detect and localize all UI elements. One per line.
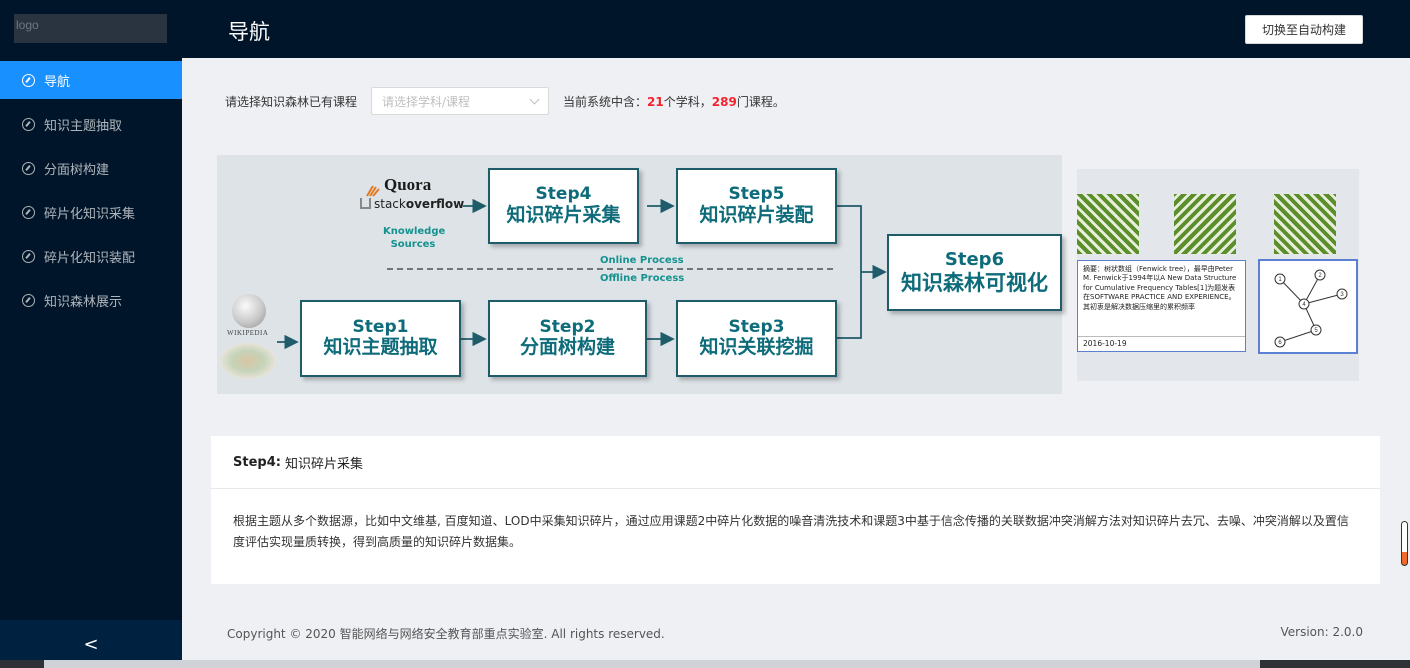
course-select-placeholder: 请选择学科/课程	[382, 94, 471, 109]
fragment-abstract-card: 摘要：树状数组（Fenwick tree），最早由Peter M. Fenwic…	[1077, 260, 1246, 352]
fragment-pattern-image	[1174, 194, 1236, 254]
card-body: 根据主题从多个数据源，比如中文维基, 百度知道、LOD中采集知识碎片，通过应用课…	[233, 514, 1349, 549]
compass-icon	[22, 73, 35, 87]
course-unit: 门课程。	[736, 94, 785, 109]
step6-box: Step6 知识森林可视化	[887, 234, 1062, 311]
card-title-step: Step4:	[233, 454, 281, 470]
forest-illustration: 摘要：树状数组（Fenwick tree），最早由Peter M. Fenwic…	[1077, 169, 1359, 381]
online-process-label: Online Process	[600, 255, 684, 266]
compass-icon	[22, 249, 35, 263]
sidebar-item-label: 知识主题抽取	[44, 118, 123, 134]
step3-num: Step3	[728, 316, 785, 337]
logo: logo	[14, 14, 167, 43]
sidebar-menu: 导航 知识主题抽取 分面树构建 碎片化知识采集 碎片化知识装配 知识森林展示	[0, 61, 182, 325]
sidebar-item-fragment-collection[interactable]: 碎片化知识采集	[0, 193, 182, 231]
stats-prefix: 当前系统中含：	[563, 94, 648, 109]
quora-logo-icon	[365, 182, 381, 197]
stackoverflow-logo: stackoverflow	[360, 197, 464, 211]
course-select-row: 请选择知识森林已有课程 请选择学科/课程 当前系统中含：21个学科，289门课程…	[225, 87, 785, 115]
stackoverflow-icon	[360, 198, 371, 209]
ks-line1: Knowledge	[383, 226, 446, 237]
course-select-label: 请选择知识森林已有课程	[225, 94, 358, 109]
system-stats: 当前系统中含：21个学科，289门课程。	[563, 93, 785, 110]
scrollbar-thumb[interactable]	[1401, 521, 1408, 566]
sidebar-item-fragment-assembly[interactable]: 碎片化知识装配	[0, 237, 182, 275]
sidebar-item-topic-extraction[interactable]: 知识主题抽取	[0, 105, 182, 143]
sidebar-item-label: 碎片化知识采集	[44, 206, 136, 222]
course-select[interactable]: 请选择学科/课程	[371, 87, 550, 115]
step5-name: 知识碎片装配	[699, 203, 814, 226]
quora-logo: Quora	[384, 175, 432, 194]
step6-name: 知识森林可视化	[901, 270, 1048, 295]
top-header: 导航 切换至自动构建	[182, 0, 1410, 58]
ks-line2: Sources	[390, 239, 436, 250]
step3-box: Step3 知识关联挖掘	[676, 300, 837, 377]
wikipedia-globe-icon	[232, 294, 266, 328]
step1-box: Step1 知识主题抽取	[300, 300, 461, 377]
sidebar-item-nav[interactable]: 导航	[0, 61, 182, 99]
compass-icon	[22, 161, 35, 175]
page-title: 导航	[228, 20, 270, 44]
step1-name: 知识主题抽取	[323, 336, 438, 359]
step2-name: 分面树构建	[519, 336, 615, 359]
compass-icon	[22, 293, 35, 307]
step6-num: Step6	[944, 249, 1005, 271]
bottom-strip	[0, 660, 1410, 668]
subject-count: 21	[647, 94, 664, 109]
switch-auto-build-button[interactable]: 切换至自动构建	[1245, 15, 1363, 44]
step1-num: Step1	[352, 316, 409, 337]
step4-box: Step4 知识碎片采集	[488, 168, 639, 244]
sidebar-item-label: 分面树构建	[44, 162, 110, 178]
tree-graph-icon: 1 2 3 4 5 6	[1274, 269, 1348, 348]
lod-cloud-icon	[220, 343, 276, 379]
sidebar: logo 导航 知识主题抽取 分面树构建 碎片化知识采集 碎片化知识装配 知识森…	[0, 0, 182, 668]
pipeline-diagram: Quora stackoverflow Knowledge Sources On…	[217, 155, 1062, 394]
offline-process-label: Offline Process	[600, 273, 685, 284]
knowledge-sources-label: Knowledge Sources	[383, 225, 446, 251]
sidebar-item-label: 知识森林展示	[44, 294, 123, 310]
card-title: Step4: 知识碎片采集	[211, 436, 1380, 489]
step2-box: Step2 分面树构建	[488, 300, 647, 377]
chevron-left-icon: <	[83, 633, 99, 655]
step4-name: 知识碎片采集	[506, 203, 621, 226]
so-prefix: stack	[374, 197, 406, 211]
fragment-pattern-image	[1274, 194, 1336, 254]
fragment-pattern-image	[1077, 194, 1139, 254]
compass-icon	[22, 205, 35, 219]
main-content: 请选择知识森林已有课程 请选择学科/课程 当前系统中含：21个学科，289门课程…	[182, 58, 1410, 668]
step5-box: Step5 知识碎片装配	[676, 168, 837, 244]
sidebar-item-forest-display[interactable]: 知识森林展示	[0, 281, 182, 319]
step3-name: 知识关联挖掘	[699, 336, 814, 359]
tree-graph-card: 1 2 3 4 5 6	[1258, 259, 1358, 354]
chevron-down-icon	[529, 94, 540, 104]
card-title-name: 知识碎片采集	[284, 456, 363, 472]
compass-icon	[22, 117, 35, 131]
step-description-card: Step4: 知识碎片采集 根据主题从多个数据源，比如中文维基, 百度知道、LO…	[211, 436, 1380, 584]
step2-num: Step2	[539, 316, 596, 337]
wikipedia-logo-text: WIKIPEDIA	[227, 329, 269, 337]
footer-version: Version: 2.0.0	[1280, 625, 1363, 639]
abstract-text: 摘要：树状数组（Fenwick tree），最早由Peter M. Fenwic…	[1083, 265, 1237, 311]
course-count: 289	[711, 94, 737, 109]
so-bold: overflow	[405, 197, 465, 211]
footer-copyright: Copyright © 2020 智能网络与网络安全教育部重点实验室. All …	[227, 627, 665, 641]
abstract-date: 2016-10-19	[1078, 335, 1245, 351]
subject-unit: 个学科，	[663, 94, 712, 109]
step4-num: Step4	[535, 184, 592, 205]
sidebar-item-facet-tree[interactable]: 分面树构建	[0, 149, 182, 187]
step5-num: Step5	[728, 184, 785, 205]
sidebar-item-label: 碎片化知识装配	[44, 250, 136, 266]
sidebar-item-label: 导航	[44, 74, 71, 90]
